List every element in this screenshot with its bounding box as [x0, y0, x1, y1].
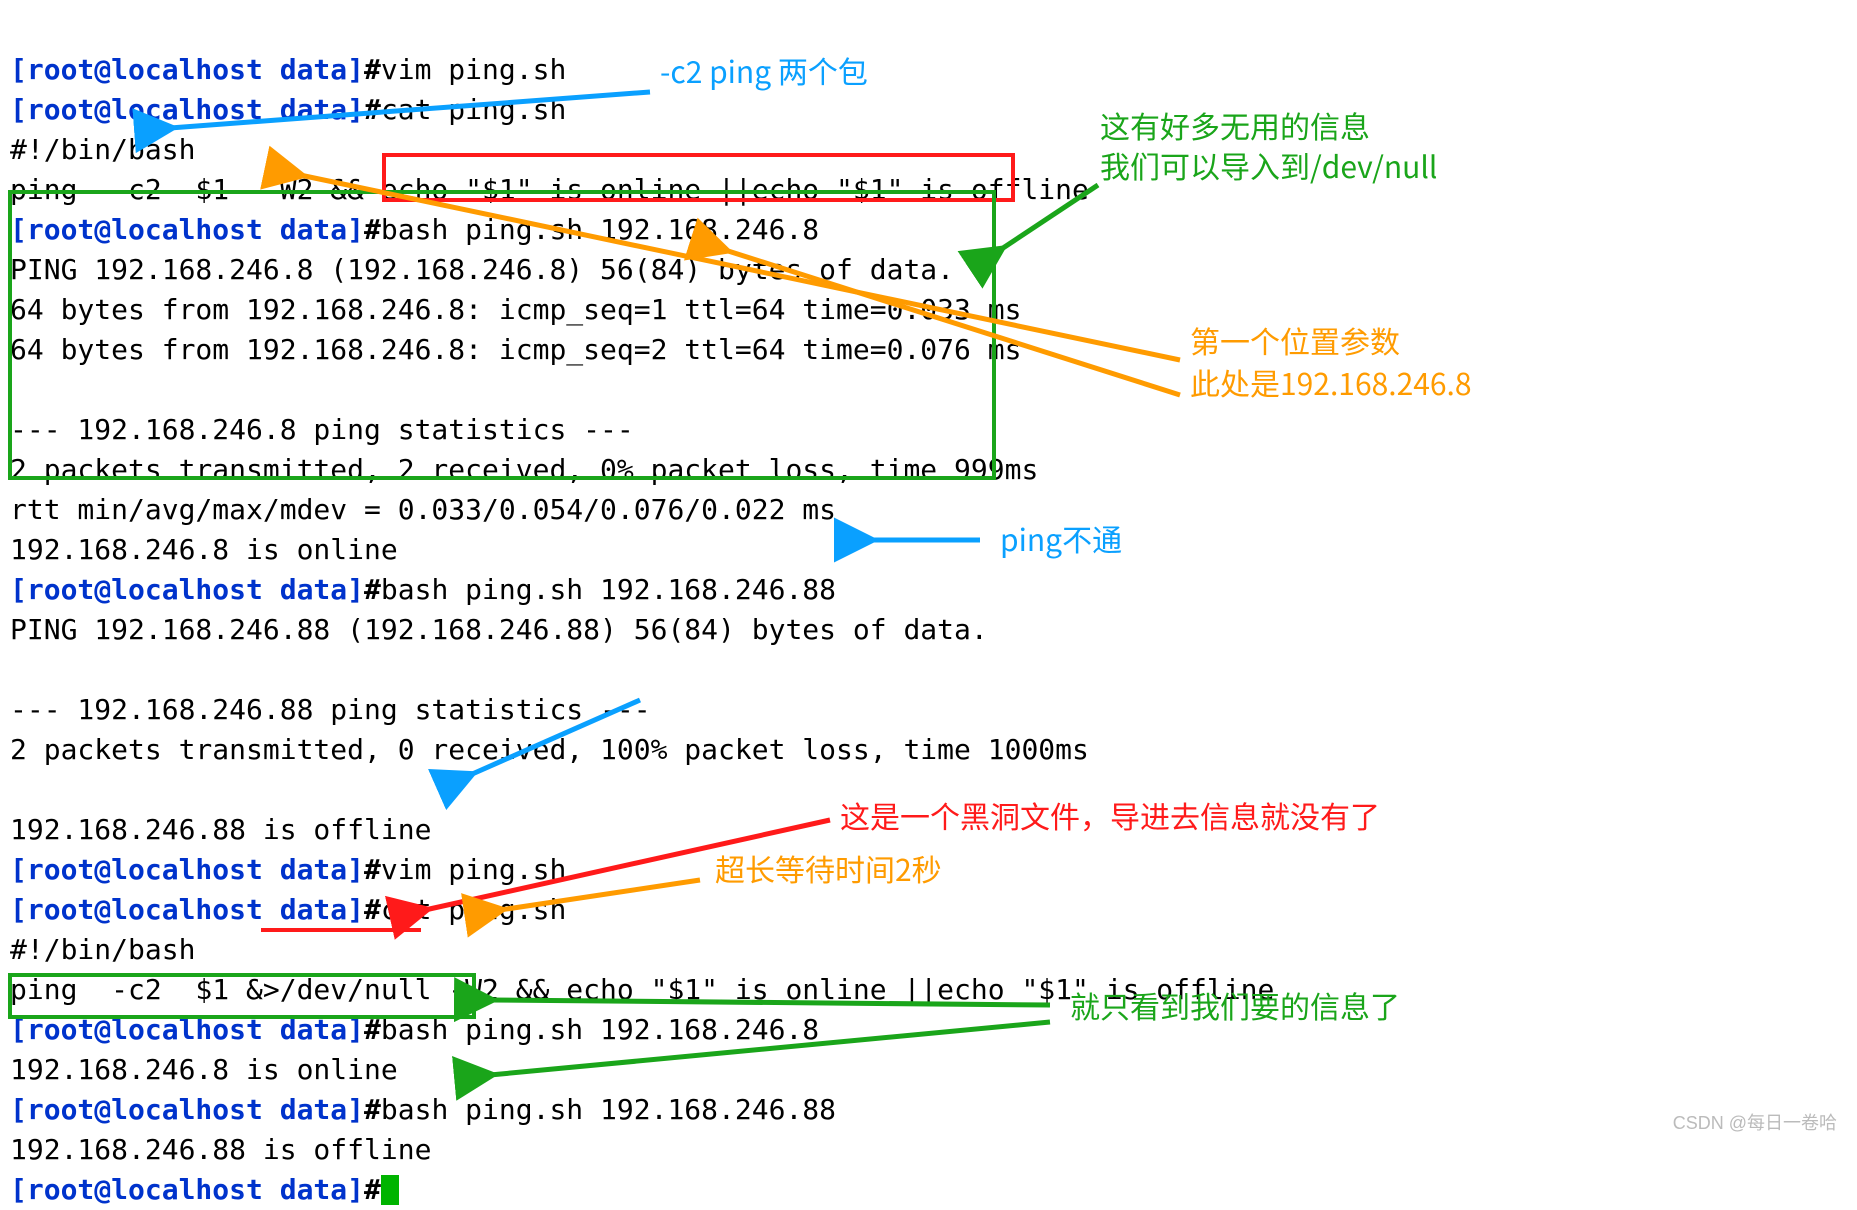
- command-text: cat ping.sh: [381, 93, 566, 126]
- output-line: PING 192.168.246.88 (192.168.246.88) 56(…: [10, 613, 988, 646]
- hash-sign: #: [364, 1173, 381, 1206]
- highlight-box-green-ping-output: [8, 190, 996, 480]
- output-line: 192.168.246.88 is offline: [10, 813, 431, 846]
- command-text: vim ping.sh: [381, 853, 566, 886]
- prompt: [root@localhost data]: [10, 1173, 364, 1206]
- annotation-c2: -c2 ping 两个包: [660, 50, 868, 90]
- command-text: cat ping.sh: [381, 893, 566, 926]
- output-line: --- 192.168.246.88 ping statistics ---: [10, 693, 651, 726]
- prompt: [root@localhost data]: [10, 853, 364, 886]
- annotation-devnull-hint: 我们可以导入到/dev/null: [1100, 145, 1437, 185]
- annotation-ping-fail: ping不通: [1000, 518, 1122, 558]
- output-line: 2 packets transmitted, 0 received, 100% …: [10, 733, 1089, 766]
- annotation-blackhole: 这是一个黑洞文件，导进去信息就没有了: [840, 795, 1380, 835]
- output-line: #!/bin/bash: [10, 133, 195, 166]
- prompt: [root@localhost data]: [10, 53, 364, 86]
- hash-sign: #: [364, 1093, 381, 1126]
- prompt: [root@localhost data]: [10, 1093, 364, 1126]
- highlight-box-green-online: [8, 973, 476, 1019]
- prompt: [root@localhost data]: [10, 93, 364, 126]
- watermark: CSDN @每日一卷哈: [1673, 1109, 1837, 1135]
- hash-sign: #: [364, 893, 381, 926]
- command-text: vim ping.sh: [381, 53, 566, 86]
- output-line: 192.168.246.8 is online: [10, 1053, 398, 1086]
- annotation-clean-output: 就只看到我们要的信息了: [1070, 985, 1400, 1025]
- annotation-pos-arg-2: 此处是192.168.246.8: [1190, 362, 1472, 402]
- output-line: 192.168.246.8 is online: [10, 533, 398, 566]
- annotation-wait-2s: 超长等待时间2秒: [715, 848, 942, 888]
- output-line: 192.168.246.88 is offline: [10, 1133, 431, 1166]
- output-line: rtt min/avg/max/mdev = 0.033/0.054/0.076…: [10, 493, 836, 526]
- output-line: #!/bin/bash: [10, 933, 195, 966]
- hash-sign: #: [364, 853, 381, 886]
- annotation-useless-info: 这有好多无用的信息: [1100, 105, 1370, 145]
- annotation-pos-arg-1: 第一个位置参数: [1190, 320, 1400, 360]
- hash-sign: #: [364, 93, 381, 126]
- command-text: bash ping.sh 192.168.246.88: [381, 1093, 836, 1126]
- hash-sign: #: [364, 53, 381, 86]
- command-text: bash ping.sh 192.168.246.88: [381, 573, 836, 606]
- underline-red-devnull: [261, 928, 421, 932]
- cursor-icon: [381, 1175, 399, 1205]
- prompt: [root@localhost data]: [10, 893, 364, 926]
- hash-sign: #: [364, 573, 381, 606]
- prompt: [root@localhost data]: [10, 573, 364, 606]
